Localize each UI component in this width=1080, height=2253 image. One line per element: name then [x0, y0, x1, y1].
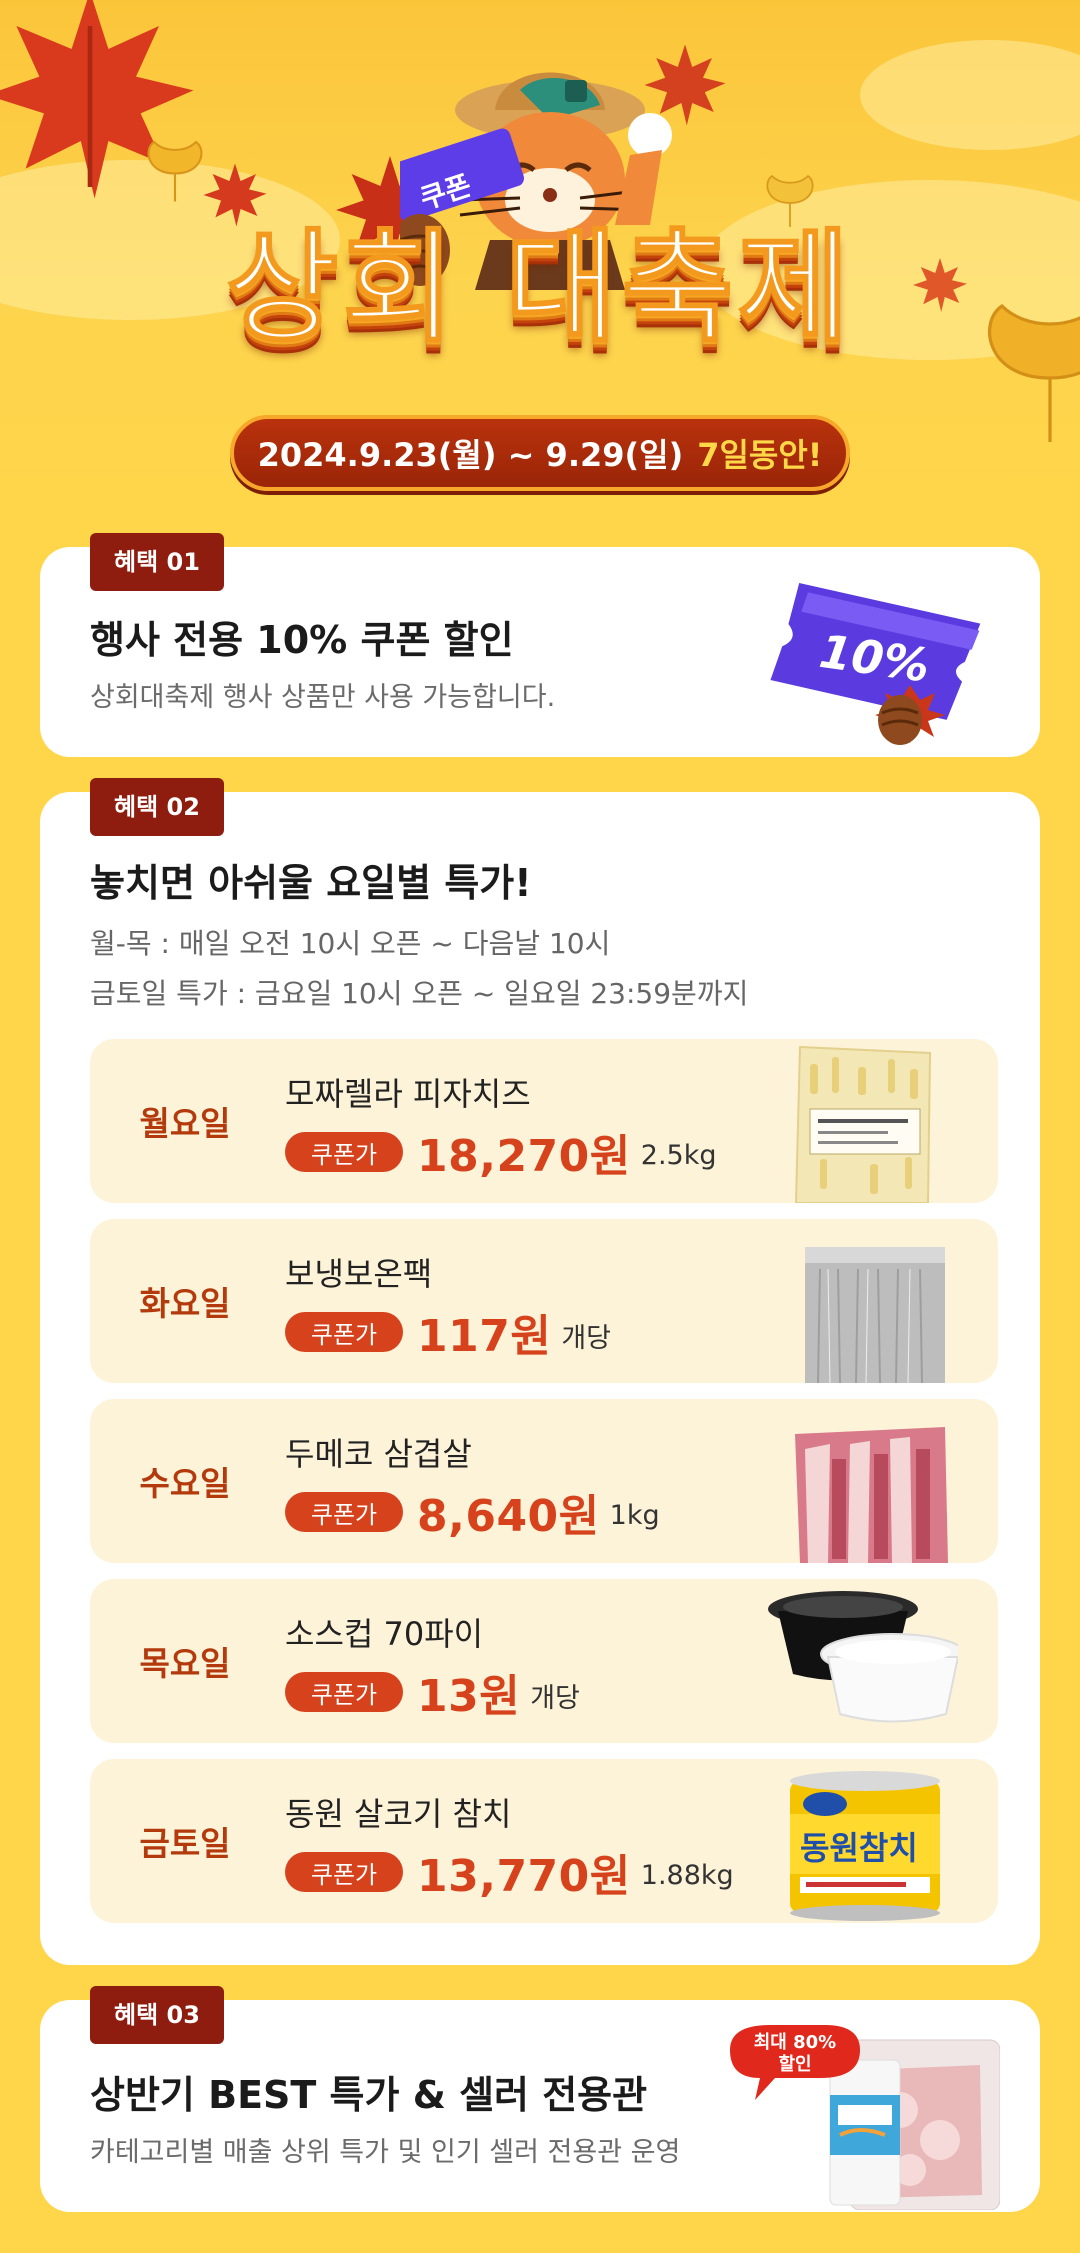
sauce-cup-icon: [768, 1591, 958, 1723]
deal-item-thursday[interactable]: 목요일 소스컵 70파이 쿠폰가 13원 개당: [90, 1579, 998, 1743]
event-duration-highlight: 7일동안!: [697, 436, 823, 474]
product-unit: 2.5kg: [640, 1139, 717, 1171]
product-name: 보냉보온팩: [285, 1255, 433, 1293]
product-name: 모짜렐라 피자치즈: [285, 1075, 531, 1113]
benefit-card-best-sellers[interactable]: 혜택 03 상반기 BEST 특가 & 셀러 전용관 카테고리별 매출 상위 특…: [40, 1986, 1040, 2212]
coupon-ticket-icon: 10%: [770, 583, 981, 745]
benefit-title: 상반기 BEST 특가 & 셀러 전용관: [90, 2073, 648, 2117]
product-name: 동원 살코기 참치: [285, 1795, 512, 1833]
hero-banner: 쿠폰 상회 대축제 2024.9.23(월) ~ 9.29(일) 7일동안!: [0, 0, 1080, 520]
coupon-price-badge: 쿠폰가: [285, 1852, 403, 1892]
product-name: 소스컵 70파이: [285, 1615, 484, 1653]
product-unit: 개당: [561, 1322, 612, 1354]
benefit-tag: 혜택 03: [90, 1986, 224, 2044]
deal-day: 월요일: [139, 1104, 231, 1143]
product-price: 18,270원: [417, 1131, 631, 1182]
benefit-tag: 혜택 02: [90, 778, 224, 836]
deal-item-monday[interactable]: 월요일 모짜렐라 피자치즈 쿠폰가 18,270원 2.5kg: [90, 1039, 998, 1203]
coupon-price-badge: 쿠폰가: [285, 1672, 403, 1712]
product-price: 117원: [417, 1311, 552, 1362]
tuna-brand-label: 동원참치: [800, 1829, 918, 1867]
product-unit: 개당: [530, 1682, 580, 1714]
benefit-card-coupon[interactable]: 혜택 01 행사 전용 10% 쿠폰 할인 상회대축제 행사 상품만 사용 가능…: [40, 533, 1040, 757]
benefit-title: 행사 전용 10% 쿠폰 할인: [90, 618, 514, 662]
event-date-range: 2024.9.23(월) ~ 9.29(일): [257, 436, 684, 474]
deal-item-wednesday[interactable]: 수요일 두메코 삼겹살 쿠폰가 8,640원 1kg: [90, 1399, 998, 1563]
cheese-bag-icon: [794, 1045, 932, 1203]
event-date-badge: 2024.9.23(월) ~ 9.29(일) 7일동안!: [230, 415, 850, 491]
tuna-can-icon: 동원참치: [790, 1771, 940, 1921]
insulated-pack-icon: [805, 1247, 945, 1383]
schedule-weekday: 월-목 : 매일 오전 10시 오픈 ~ 다음날 10시: [90, 927, 611, 960]
deal-item-weekend[interactable]: 금토일 동원 살코기 참치 쿠폰가 13,770원 1.88kg 동원참치: [90, 1759, 998, 1923]
product-unit: 1.88kg: [640, 1859, 734, 1891]
benefit-subtitle: 카테고리별 매출 상위 특가 및 인기 셀러 전용관 운영: [90, 2137, 681, 2168]
deal-day: 수요일: [139, 1464, 231, 1503]
product-unit: 1kg: [609, 1499, 660, 1531]
coupon-price-badge: 쿠폰가: [285, 1312, 403, 1352]
discount-bubble-line1: 최대 80%: [754, 2032, 836, 2053]
page-title: 상회 대축제: [225, 217, 854, 359]
coupon-price-badge: 쿠폰가: [285, 1492, 403, 1532]
ginkgo-leaf-icon: [147, 140, 203, 202]
schedule-weekend: 금토일 특가 : 금요일 10시 오픈 ~ 일요일 23:59분까지: [90, 977, 749, 1010]
pork-belly-icon: [795, 1427, 948, 1563]
benefit-card-daily-deals: 혜택 02 놓치면 아쉬울 요일별 특가! 월-목 : 매일 오전 10시 오픈…: [40, 778, 1040, 1965]
deal-day: 목요일: [139, 1644, 231, 1683]
product-price: 13,770원: [417, 1851, 631, 1902]
product-price: 8,640원: [417, 1491, 600, 1542]
benefit-subtitle: 상회대축제 행사 상품만 사용 가능합니다.: [90, 682, 556, 713]
best-products-icon: 최대 80% 할인: [730, 2025, 1000, 2210]
deal-item-tuesday[interactable]: 화요일 보냉보온팩 쿠폰가 117원 개당: [90, 1219, 998, 1383]
benefit-tag: 혜택 01: [90, 533, 224, 591]
product-name: 두메코 삼겹살: [285, 1435, 472, 1473]
cloud-decoration: [860, 40, 1080, 150]
product-price: 13원: [417, 1671, 521, 1722]
benefit-title: 놓치면 아쉬울 요일별 특가!: [90, 861, 532, 905]
coupon-price-badge: 쿠폰가: [285, 1132, 403, 1172]
deal-day: 화요일: [139, 1284, 231, 1323]
discount-bubble-line2: 할인: [778, 2053, 811, 2075]
deal-day: 금토일: [139, 1824, 231, 1863]
